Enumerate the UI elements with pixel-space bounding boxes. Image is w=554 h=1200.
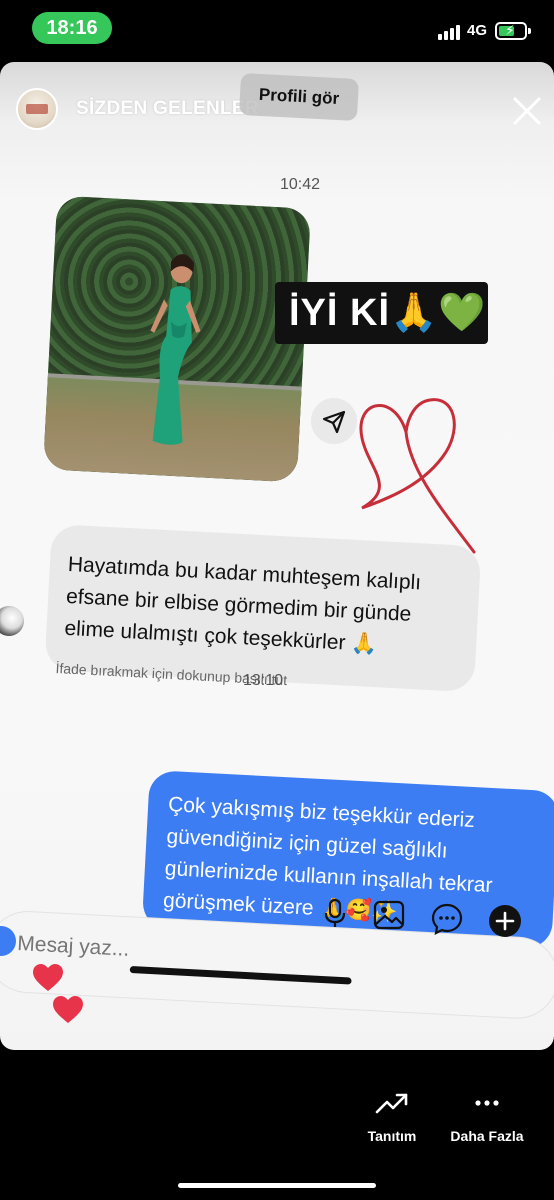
status-bar: 18:16 4G ⚡ bbox=[0, 0, 554, 60]
gallery-icon[interactable] bbox=[372, 898, 406, 932]
promote-label: Tanıtım bbox=[367, 1128, 417, 1144]
more-label: Daha Fazla bbox=[450, 1128, 524, 1144]
sender-avatar[interactable] bbox=[0, 606, 24, 636]
story-header: SİZDEN GELENLER 19h Profili gör bbox=[0, 62, 554, 152]
drawn-heart-icon bbox=[359, 398, 476, 554]
view-profile-button[interactable]: Profili gör bbox=[238, 72, 360, 122]
iyi-ki-sticker: İYİ Kİ🙏💚 bbox=[275, 282, 488, 344]
cellular-signal-icon bbox=[438, 24, 462, 40]
sticker-chat-icon[interactable] bbox=[430, 902, 464, 936]
close-icon[interactable] bbox=[512, 96, 542, 126]
promote-button[interactable]: Tanıtım bbox=[360, 1092, 424, 1144]
message-time-1: 10:42 bbox=[280, 176, 321, 193]
share-icon[interactable] bbox=[311, 398, 357, 444]
heart-icon bbox=[33, 964, 63, 991]
microphone-icon[interactable] bbox=[318, 896, 352, 930]
heart-icon bbox=[53, 996, 83, 1023]
story-username[interactable]: SİZDEN GELENLER bbox=[76, 98, 259, 120]
status-time: 18:16 bbox=[32, 12, 112, 44]
message-time-2: 13:10 bbox=[243, 672, 284, 689]
battery-tip bbox=[528, 28, 531, 34]
network-type: 4G bbox=[467, 22, 488, 39]
shared-photo[interactable] bbox=[43, 195, 311, 483]
add-icon[interactable] bbox=[488, 904, 522, 938]
more-button[interactable]: Daha Fazla bbox=[442, 1092, 532, 1144]
story-avatar[interactable] bbox=[16, 88, 58, 130]
trend-up-icon bbox=[375, 1093, 408, 1114]
more-dots-icon bbox=[475, 1100, 499, 1106]
battery-icon: ⚡ bbox=[495, 22, 527, 40]
home-indicator[interactable] bbox=[178, 1183, 376, 1188]
woman-figure bbox=[150, 254, 201, 445]
received-message-text: Hayatımda bu kadar muhteşem kalıplı efsa… bbox=[64, 549, 462, 665]
story-viewer[interactable]: SİZDEN GELENLER 19h Profili gör 10:42 İY… bbox=[0, 62, 554, 1050]
